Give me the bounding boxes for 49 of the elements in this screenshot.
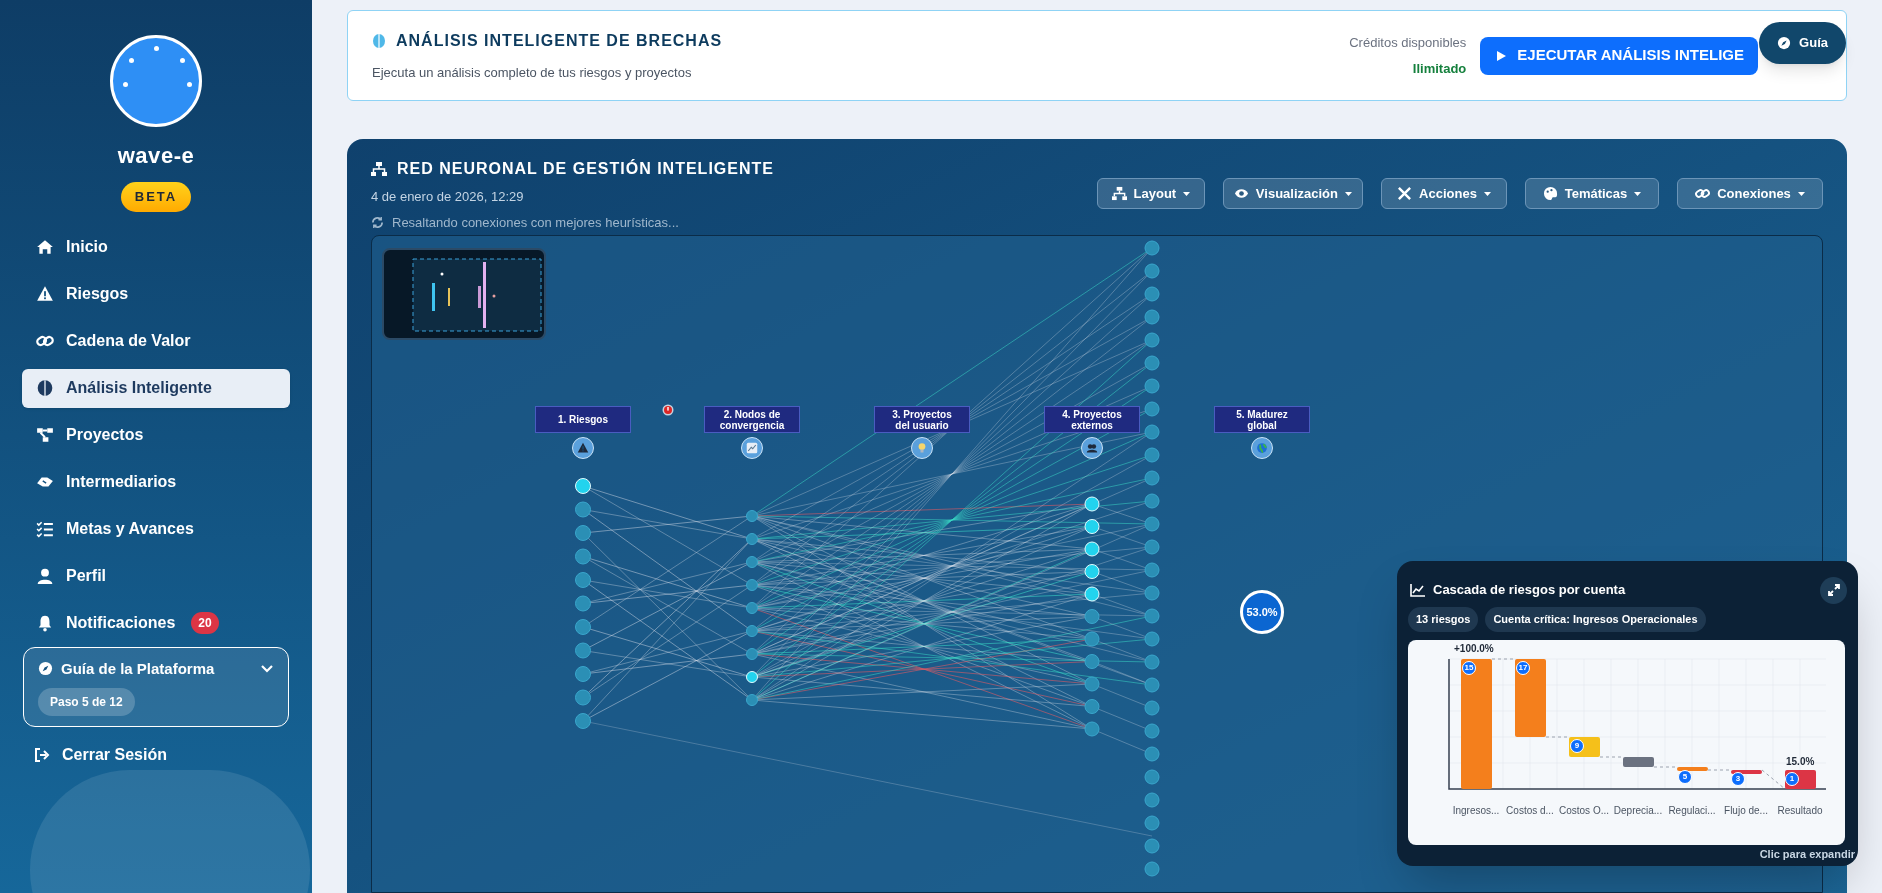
start-value-label: +100.0% [1454,641,1494,656]
guide-card[interactable]: Guía de la Plataforma Paso 5 de 12 [23,646,289,727]
end-value-label: 15.0% [1786,754,1815,769]
card-subtitle: Ejecuta un análisis completo de tus riesgos y proyectos [372,63,693,82]
nav-item[interactable]: Intermediarios [22,462,290,502]
step-badge: Paso 5 de 12 [38,688,135,716]
run-analysis-button[interactable]: EJECUTAR ANÁLISIS INTELIGE [1480,36,1758,75]
info-chip: 13 riesgos [1408,607,1479,632]
nav-item[interactable]: Inicio [22,227,290,267]
credits-value: Ilimitado [1412,59,1467,78]
toolbar-dropdown[interactable]: Conexiones [1677,178,1823,209]
nav-item[interactable]: Proyectos [22,415,290,455]
notification-count: 20 [191,612,219,634]
credits-label: Créditos disponibles [1349,34,1467,52]
nav-item[interactable]: Riesgos [22,274,290,314]
guide-button[interactable]: Guía [1759,22,1846,64]
category-label: Flujo de... [1724,803,1768,818]
column-header: 5. Madurez global [1214,406,1310,433]
column-header: 4. Proyectos externos [1044,406,1140,433]
column-header: 2. Nodos de convergencia [704,406,800,433]
beta-badge: BETA [120,182,192,212]
nav-item[interactable]: Metas y Avances [22,509,290,549]
category-label: Deprecia... [1613,803,1663,818]
network-date: 4 de enero de 2026, 12:29 [371,188,525,206]
info-chip: Cuenta crítica: Ingresos Operacionales [1485,607,1706,632]
brand-name: wave-e [117,142,195,170]
category-label: Costos O... [1559,803,1609,818]
toolbar-dropdown[interactable]: Acciones [1381,178,1507,209]
column-header: 1. Riesgos [535,406,631,433]
nav-item[interactable]: Cadena de Valor [22,321,290,361]
nav-item[interactable]: Perfil [22,556,290,596]
category-label: Ingresos... [1452,803,1500,818]
logout-link[interactable]: Cerrar Sesión [62,742,167,767]
toolbar-dropdown[interactable]: Layout [1096,178,1205,209]
network-status: Resaltando conexiones con mejores heurísticas... [392,213,679,232]
nav-item[interactable]: Análisis Inteligente [22,368,290,408]
category-label: Resultado [1777,803,1823,818]
guide-title: Guía de la Plataforma [61,658,216,679]
nav-item[interactable]: Notificaciones 20 [22,603,290,643]
expand-hint: Clic para expandir [1759,846,1855,862]
network-title: RED NEURONAL DE GESTIÓN INTELIGENTE [397,158,774,179]
maturity-gauge: 53.0% [1240,590,1284,634]
category-label: Costos d... [1506,803,1554,818]
category-label: Regulaci... [1668,803,1716,818]
cascade-title: Cascada de riesgos por cuenta [1433,581,1627,600]
card-title: ANÁLISIS INTELIGENTE DE BRECHAS [396,30,723,51]
toolbar-dropdown[interactable]: Temáticas [1525,178,1659,209]
column-header: 3. Proyectos del usuario [874,406,970,433]
toolbar-dropdown[interactable]: Visualización [1222,178,1363,209]
